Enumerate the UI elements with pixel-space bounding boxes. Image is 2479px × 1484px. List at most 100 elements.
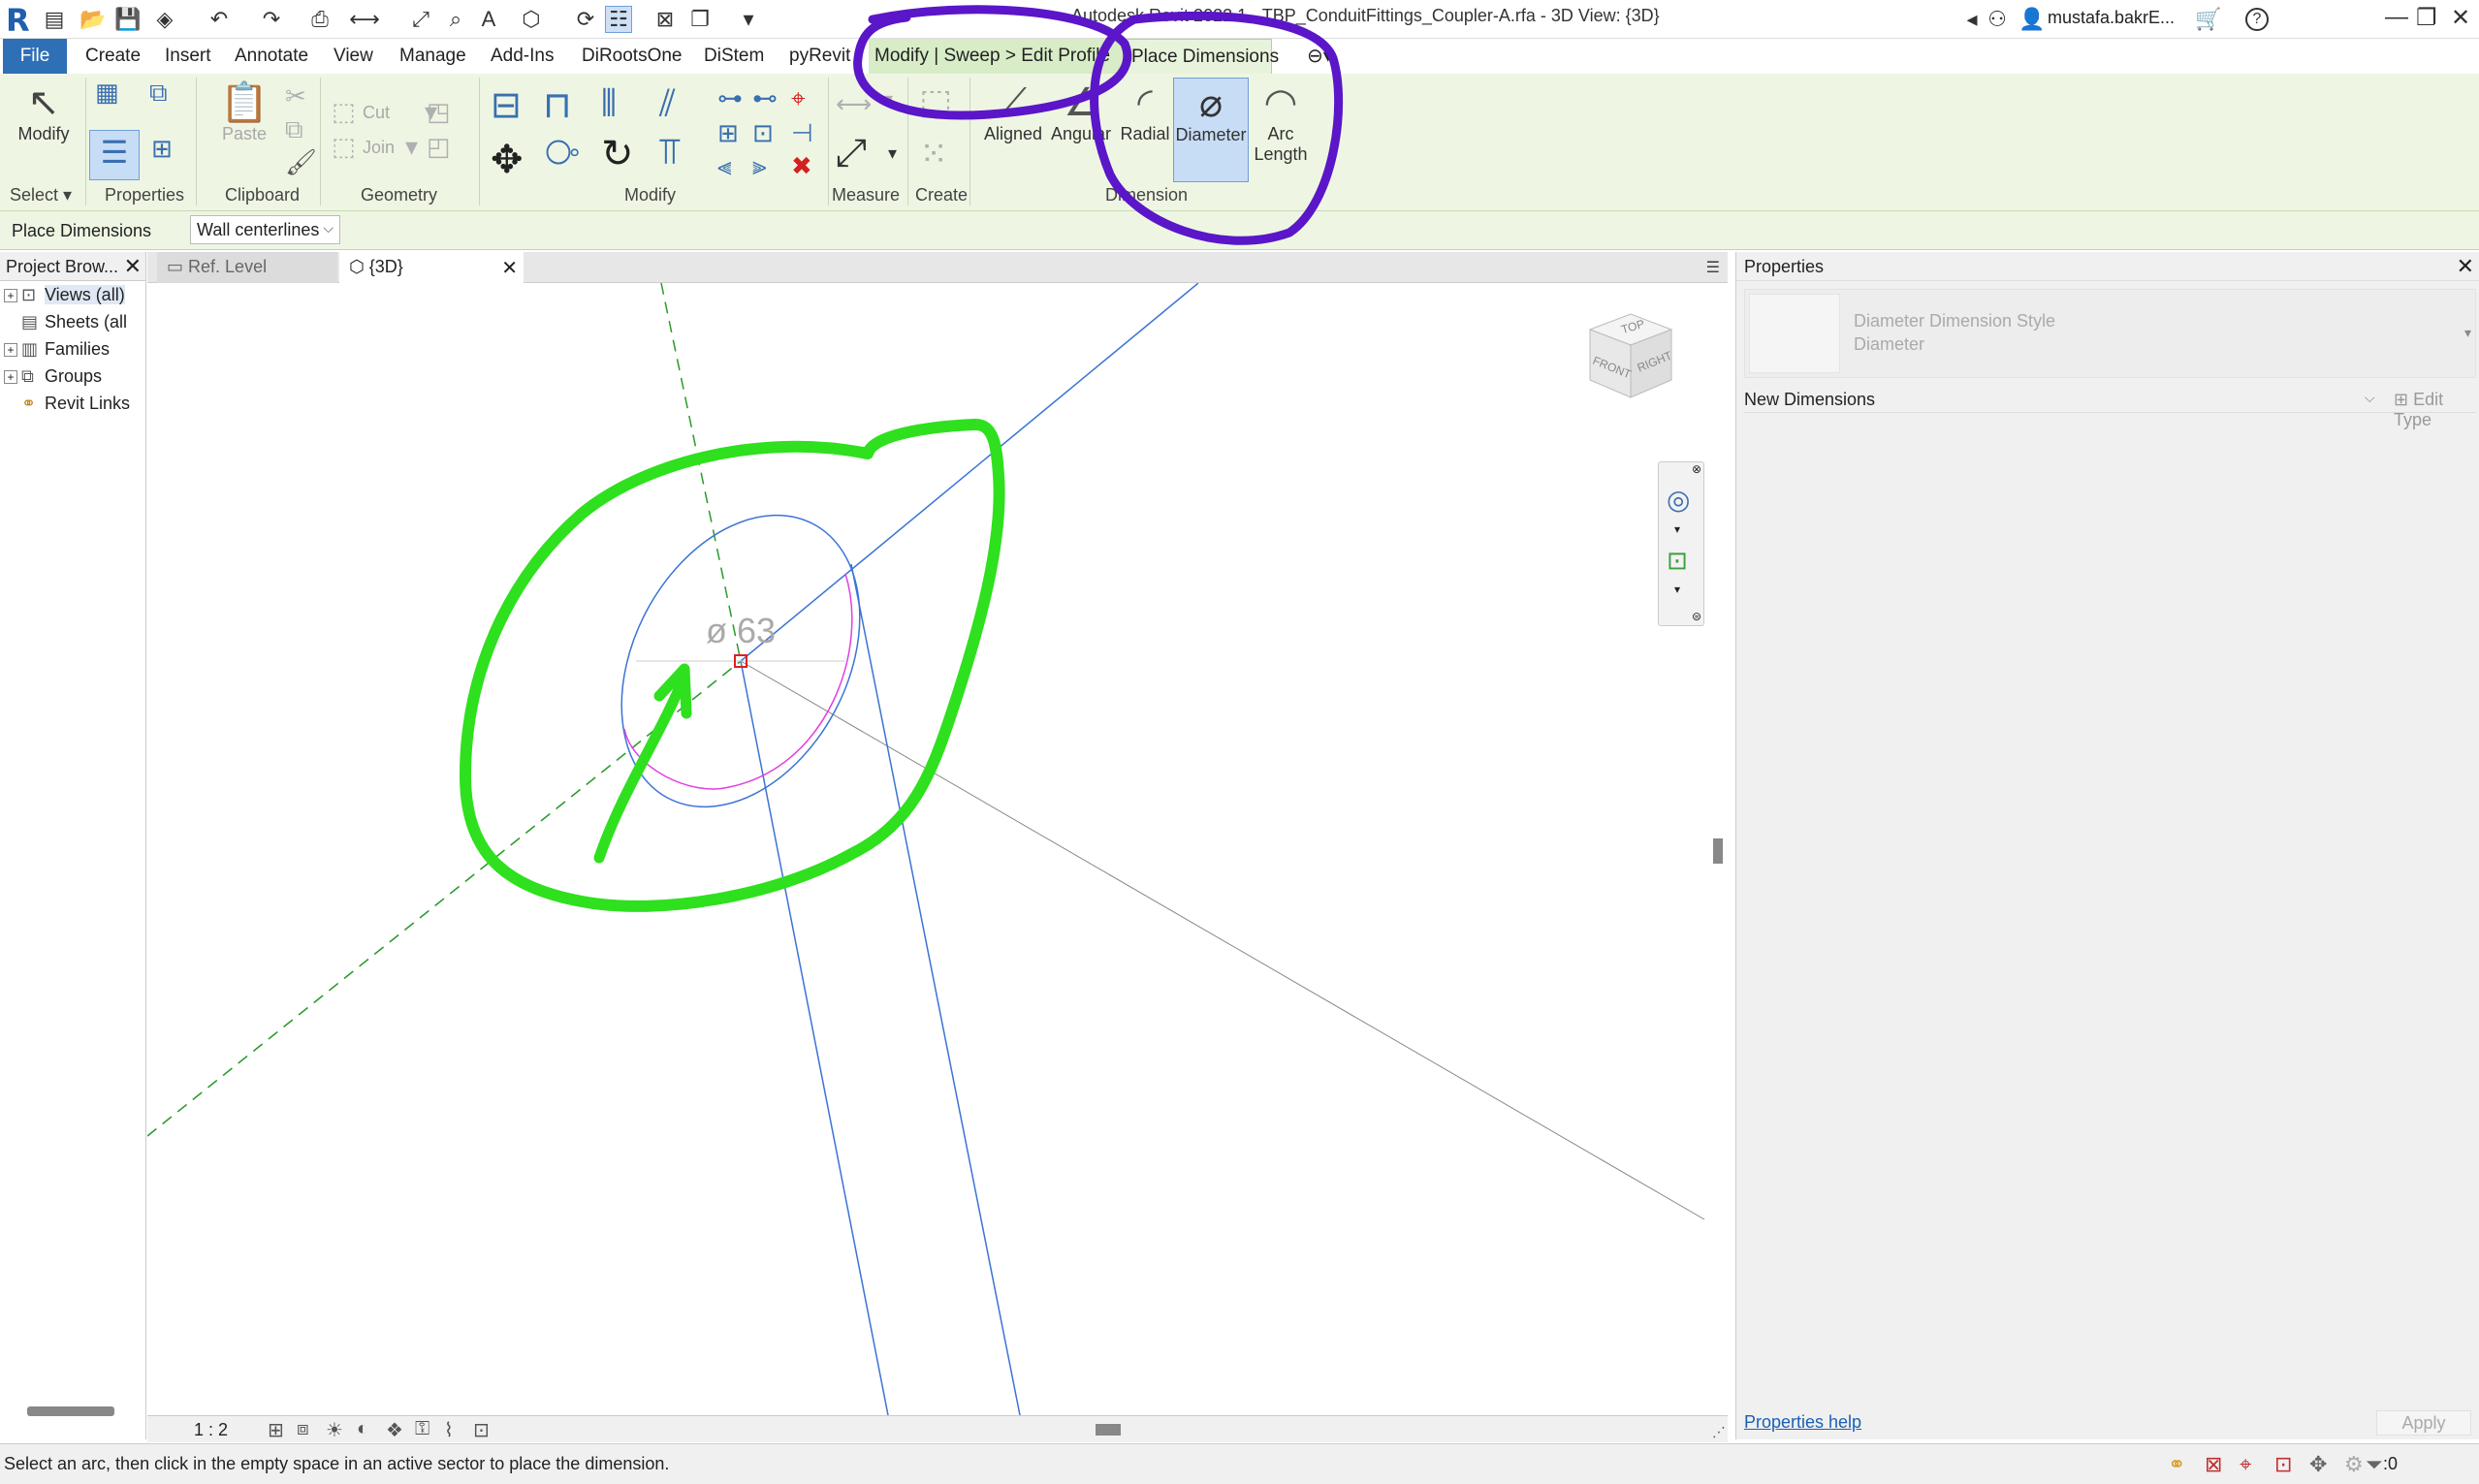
arc-length-dimension-button[interactable]: ◠ Arc Length	[1251, 81, 1311, 165]
mirror-pick-axis-icon[interactable]: ⫴	[601, 83, 617, 125]
sun-path-icon[interactable]: ☀	[326, 1418, 343, 1442]
scale-icon[interactable]: ⊡	[752, 118, 774, 148]
mirror-draw-axis-icon[interactable]: ⫽	[659, 83, 676, 125]
steering-wheel-icon[interactable]: ◎	[1667, 484, 1690, 516]
wall-joins-icon[interactable]: ◳	[427, 97, 451, 127]
paste-button[interactable]: 📋 Paste	[215, 81, 273, 144]
join-dropdown-icon[interactable]: ▾	[405, 132, 418, 162]
open-icon[interactable]: 📂	[79, 6, 107, 33]
type-selector[interactable]: Diameter Dimension Style Diameter ▾	[1744, 289, 2476, 378]
unlock-view-icon[interactable]: ⚿	[415, 1418, 429, 1440]
family-category-icon[interactable]: ⊞	[151, 134, 173, 164]
drag-elements-icon[interactable]: ✥	[2309, 1452, 2327, 1477]
tab-add-ins[interactable]: Add-Ins	[485, 39, 559, 74]
trim-extend-icon[interactable]: ⫪	[659, 132, 680, 174]
sync-icon[interactable]: ◈	[151, 6, 178, 33]
shadows-icon[interactable]: ◐	[357, 1418, 368, 1440]
tree-item-families[interactable]: + ▥ Families	[4, 339, 110, 360]
properties-help-link[interactable]: Properties help	[1744, 1412, 1861, 1433]
viewcube[interactable]: TOP FRONT RIGHT	[1571, 300, 1687, 417]
instance-filter-row[interactable]: New Dimensions ⌵ ⊞ Edit Type	[1744, 384, 2476, 429]
section-qat-icon[interactable]: ⟳	[572, 6, 599, 33]
undo-icon[interactable]: ↶	[206, 6, 233, 33]
tab-place-dimensions[interactable]: Place Dimensions	[1125, 39, 1279, 74]
radial-dimension-button[interactable]: ◜ Radial	[1113, 81, 1177, 144]
reveal-hidden-icon[interactable]: ⊡	[473, 1418, 490, 1442]
copy-icon[interactable]: ⧉	[285, 114, 303, 145]
close-icon[interactable]: ✕	[2457, 254, 2474, 279]
aligned-dimension-qat-icon[interactable]: ⤢	[407, 6, 434, 33]
split-element-icon[interactable]: ⊶	[717, 83, 743, 113]
aligned-dimension-button[interactable]: ⟋ Aligned	[977, 81, 1049, 144]
thin-lines-icon[interactable]: ☷	[605, 6, 632, 33]
filter-icon[interactable]: ⏷	[2366, 1452, 2383, 1477]
pin-icon[interactable]: ⊣	[791, 118, 813, 148]
chevron-down-icon[interactable]: ⌵	[2365, 390, 2375, 406]
select-links-icon[interactable]: ⚭	[2168, 1452, 2185, 1477]
canvas-vertical-scrollbar[interactable]	[1713, 838, 1723, 864]
zoom-region-icon[interactable]: ⊡	[1667, 546, 1688, 576]
tab-pyrevit[interactable]: pyRevit	[783, 39, 856, 74]
edit-type-button[interactable]: ⊞ Edit Type	[2394, 390, 2476, 430]
close-window-icon[interactable]: ✕	[2451, 4, 2470, 32]
tab-dirootsone[interactable]: DiRootsOne	[576, 39, 688, 74]
canvas-horizontal-scrollbar[interactable]	[1096, 1424, 1121, 1436]
user-name[interactable]: mustafa.bakrE...	[2048, 8, 2175, 28]
copy-element-icon[interactable]: ⧂	[545, 132, 580, 174]
close-hidden-icon[interactable]: ⊠	[652, 6, 679, 33]
switch-windows-icon[interactable]: ❐	[686, 6, 714, 33]
align-icon[interactable]: ⊟	[491, 83, 522, 127]
tag-qat-icon[interactable]: ⌕	[442, 6, 469, 33]
cut-icon[interactable]: ✂	[285, 81, 306, 111]
trim-multiple-icon[interactable]: ⫸	[752, 151, 767, 182]
view-tabs-menu-icon[interactable]: ☰	[1706, 258, 1720, 277]
close-icon[interactable]: ⊗	[1692, 462, 1701, 476]
move-icon[interactable]: ✥	[491, 138, 524, 182]
minimize-icon[interactable]: —	[2385, 4, 2408, 31]
binoculars-icon[interactable]: ⚇	[1984, 6, 2011, 33]
join-geometry-icon[interactable]: ⬚	[332, 132, 356, 162]
help-icon[interactable]: ?	[2245, 8, 2269, 31]
array-icon[interactable]: ⊞	[717, 118, 739, 148]
split-gap-icon[interactable]: ⊷	[752, 83, 778, 113]
tree-item-groups[interactable]: + ⧉ Groups	[4, 366, 102, 387]
drawing-canvas[interactable]: ø 63 TOP FRONT RIGHT ⊗ ◎ ▾ ⊡ ▾ ⊜	[147, 283, 1710, 1415]
match-properties-icon[interactable]: 🖌	[285, 147, 317, 177]
nav-options-icon[interactable]: ⊜	[1692, 610, 1701, 623]
revit-logo-icon[interactable]: R	[6, 2, 35, 39]
text-qat-icon[interactable]: A	[475, 6, 502, 33]
modify-button[interactable]: ↖ Modify	[10, 81, 78, 144]
search-prev-icon[interactable]: ◂	[1958, 6, 1986, 33]
view-tab-3d[interactable]: ⬡ {3D} ✕	[339, 252, 524, 283]
ribbon-options-icon[interactable]: ⊖▾	[1301, 39, 1339, 74]
expand-icon[interactable]: +	[4, 343, 17, 358]
diameter-dimension-button[interactable]: ⌀ Diameter	[1173, 78, 1249, 182]
3d-view-qat-icon[interactable]: ⬡	[518, 6, 545, 33]
offset-icon[interactable]: ⊓	[543, 83, 572, 127]
print-icon[interactable]: ⎙	[306, 6, 334, 33]
unpin-icon[interactable]: ⌖	[791, 83, 806, 114]
measure-along-dropdown-icon[interactable]: ▾	[888, 143, 897, 164]
create-group-icon[interactable]: ⬚	[919, 81, 952, 122]
tab-distem[interactable]: DiStem	[698, 39, 770, 74]
measure-between-icon[interactable]: ⟷	[836, 89, 872, 119]
visual-style-icon[interactable]: ⧈	[297, 1418, 309, 1440]
trim-single-icon[interactable]: ⫷	[717, 151, 732, 182]
restore-icon[interactable]: ❐	[2416, 4, 2437, 32]
close-icon[interactable]: ✕	[124, 254, 142, 279]
diameter-dimension-text[interactable]: ø 63	[706, 611, 776, 651]
tab-modify-sweep-edit-profile[interactable]: Modify | Sweep > Edit Profile	[869, 39, 1125, 74]
view-scale[interactable]: 1 : 2	[194, 1420, 228, 1440]
select-by-face-icon[interactable]: ⊡	[2274, 1452, 2292, 1477]
tree-item-sheets[interactable]: ▤ Sheets (all	[4, 312, 127, 332]
delete-icon[interactable]: ✖	[791, 151, 812, 181]
close-view-icon[interactable]: ✕	[501, 256, 518, 280]
view-tab-ref-level[interactable]: ▭ Ref. Level	[157, 252, 337, 283]
select-underlay-icon[interactable]: ⊠	[2205, 1452, 2222, 1477]
expand-icon[interactable]: +	[4, 289, 17, 303]
properties-toggle-button[interactable]: ☰	[89, 130, 140, 180]
tree-item-views[interactable]: + ⊡ Views (all)	[4, 285, 125, 305]
create-similar-icon[interactable]: ⁙	[919, 134, 948, 174]
type-properties-gray-icon[interactable]: ▦	[95, 78, 119, 108]
tab-annotate[interactable]: Annotate	[229, 39, 314, 74]
